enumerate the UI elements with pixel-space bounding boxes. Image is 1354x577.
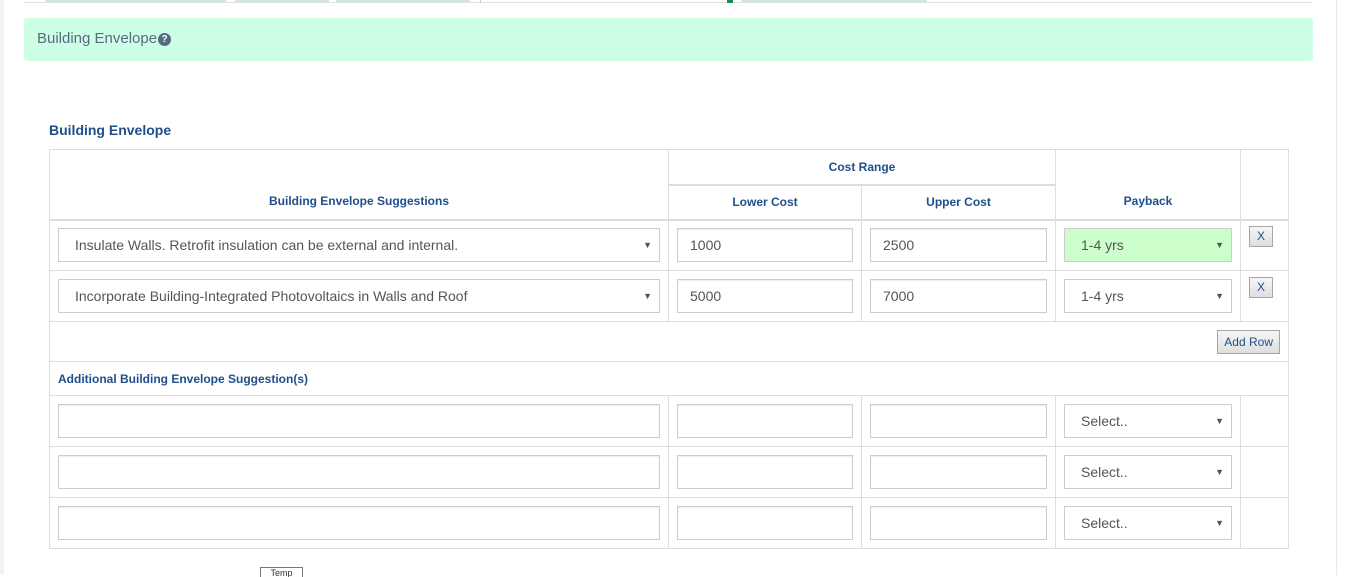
additional-suggestion-input[interactable] (58, 506, 660, 540)
table-row: Insulate Walls. Retrofit insulation can … (49, 219, 1289, 271)
suggestion-select-value: Insulate Walls. Retrofit insulation can … (75, 237, 459, 254)
header-actions (1240, 149, 1289, 221)
additional-upper-cost-input[interactable] (870, 404, 1047, 438)
suggestion-select[interactable]: Insulate Walls. Retrofit insulation can … (58, 228, 660, 263)
upper-cost-input[interactable]: 7000 (870, 279, 1047, 313)
payback-select[interactable]: 1-4 yrs ▼ (1064, 228, 1232, 263)
dropdown-arrow-icon: ▼ (1215, 467, 1224, 477)
payback-select-value: Select.. (1081, 464, 1128, 480)
additional-payback-select[interactable]: Select.. ▼ (1064, 506, 1232, 540)
top-tab-1[interactable] (45, 0, 226, 2)
page-left-edge (0, 0, 4, 575)
additional-lower-cost-input[interactable] (677, 506, 853, 540)
additional-suggestions-title: Additional Building Envelope Suggestion(… (49, 361, 1289, 396)
additional-suggestion-input[interactable] (58, 404, 660, 438)
dropdown-arrow-icon: ▼ (1215, 518, 1224, 528)
tooltip: Temp (260, 567, 303, 577)
add-row-button[interactable]: Add Row (1217, 329, 1280, 354)
top-tab-strip (24, 0, 1313, 3)
top-tab-3[interactable] (336, 0, 470, 2)
payback-select[interactable]: 1-4 yrs ▼ (1064, 279, 1232, 313)
additional-suggestion-input[interactable] (58, 455, 660, 489)
top-tab-4[interactable] (741, 0, 927, 2)
section-title: Building Envelope (49, 122, 172, 138)
additional-payback-select[interactable]: Select.. ▼ (1064, 404, 1232, 438)
additional-upper-cost-input[interactable] (870, 506, 1047, 540)
suggestion-select-value: Incorporate Building-Integrated Photovol… (75, 288, 468, 304)
additional-payback-select[interactable]: Select.. ▼ (1064, 455, 1232, 489)
additional-row: Select.. ▼ (49, 446, 1289, 498)
header-upper-cost: Upper Cost (861, 184, 1056, 221)
panel-title: Building Envelope (37, 30, 158, 47)
lower-cost-input[interactable]: 5000 (677, 279, 853, 313)
dropdown-arrow-icon: ▼ (1215, 416, 1224, 426)
dropdown-arrow-icon: ▼ (1215, 291, 1224, 301)
upper-cost-input[interactable]: 2500 (870, 228, 1047, 263)
top-tab-separator (480, 0, 481, 3)
additional-upper-cost-input[interactable] (870, 455, 1047, 489)
dropdown-arrow-icon: ▼ (643, 291, 652, 301)
empty-action-cell (1240, 497, 1289, 549)
panel-heading: Building Envelope? (24, 18, 1313, 61)
header-cost-range: Cost Range (668, 149, 1056, 186)
empty-action-cell (1240, 395, 1289, 447)
dropdown-arrow-icon: ▼ (1215, 240, 1224, 251)
top-tab-2[interactable] (235, 0, 329, 2)
additional-lower-cost-input[interactable] (677, 455, 853, 489)
remove-row-button[interactable]: X (1249, 226, 1273, 248)
remove-row-button[interactable]: X (1249, 277, 1273, 298)
additional-row: Select.. ▼ (49, 395, 1289, 447)
header-lower-cost: Lower Cost (668, 184, 862, 221)
empty-action-cell (1240, 446, 1289, 498)
payback-select-value: 1-4 yrs (1081, 288, 1124, 304)
header-suggestions: Building Envelope Suggestions (49, 149, 669, 221)
lower-cost-input[interactable]: 1000 (677, 228, 853, 263)
additional-row: Select.. ▼ (49, 497, 1289, 549)
header-payback: Payback (1055, 149, 1241, 221)
payback-select-value: 1-4 yrs (1081, 237, 1124, 254)
question-circle-icon[interactable]: ? (158, 33, 172, 46)
building-envelope-table: Building Envelope Suggestions Cost Range… (49, 149, 1289, 549)
top-tab-indicator (727, 0, 733, 3)
table-row: Incorporate Building-Integrated Photovol… (49, 270, 1289, 322)
suggestion-select[interactable]: Incorporate Building-Integrated Photovol… (58, 279, 660, 313)
additional-title-row: Additional Building Envelope Suggestion(… (49, 361, 1289, 396)
add-row-row: Add Row (49, 321, 1289, 362)
dropdown-arrow-icon: ▼ (643, 240, 652, 251)
payback-select-value: Select.. (1081, 413, 1128, 429)
payback-select-value: Select.. (1081, 515, 1128, 531)
page-right-border (1336, 0, 1337, 575)
additional-lower-cost-input[interactable] (677, 404, 853, 438)
